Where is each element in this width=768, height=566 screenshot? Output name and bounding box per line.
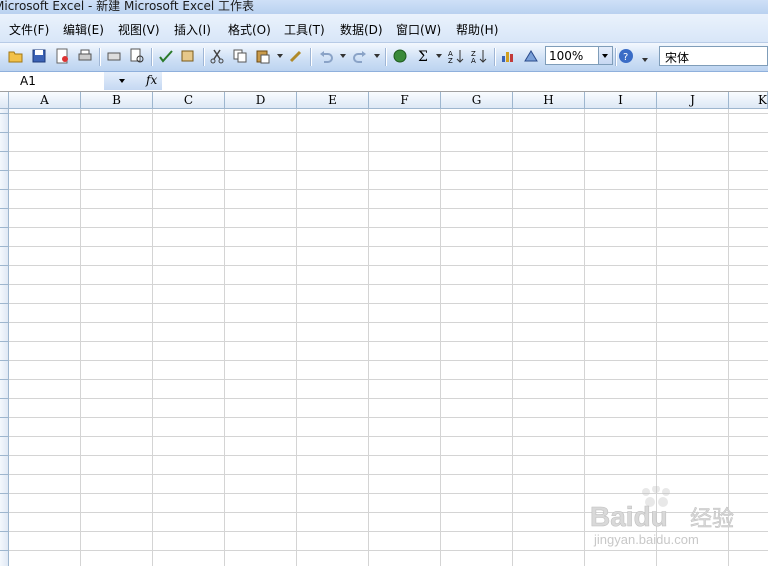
watermark-sub2: jingyan.baidu.com — [593, 532, 699, 547]
spelling-icon[interactable] — [158, 48, 174, 64]
watermark-sub1: 经验 — [690, 507, 734, 532]
redo-icon[interactable] — [352, 48, 368, 64]
formula-bar: A1 fx — [0, 72, 768, 92]
zoom-dropdown-button[interactable] — [598, 47, 612, 64]
svg-text:Σ: Σ — [418, 49, 428, 64]
watermark-brand: Baidu — [590, 501, 668, 532]
undo-dropdown[interactable] — [340, 54, 346, 58]
autosum-icon[interactable]: Σ — [416, 48, 432, 64]
menu-file[interactable]: 文件(F) — [9, 21, 49, 38]
print-icon[interactable] — [77, 48, 93, 64]
standard-toolbar: Σ AZ ZA ? — [0, 43, 768, 72]
column-header-i[interactable]: I — [585, 92, 657, 109]
svg-text:?: ? — [623, 52, 628, 63]
toolbar-separator — [494, 48, 496, 66]
insert-function-button[interactable]: fx — [140, 72, 162, 90]
column-header-g[interactable]: G — [441, 92, 513, 109]
toolbar-separator — [99, 48, 101, 66]
name-box-dropdown[interactable] — [104, 72, 140, 90]
drawing-icon[interactable] — [523, 48, 539, 64]
research-icon[interactable] — [180, 48, 196, 64]
chevron-down-icon — [119, 79, 125, 83]
menu-tools[interactable]: 工具(T) — [284, 21, 325, 38]
menu-format[interactable]: 格式(O) — [228, 21, 271, 38]
name-box-value: A1 — [20, 74, 36, 88]
column-header-b[interactable]: B — [81, 92, 153, 109]
column-header-h[interactable]: H — [513, 92, 585, 109]
fx-icon: fx — [146, 73, 158, 87]
autosum-dropdown[interactable] — [436, 54, 442, 58]
window-title: Microsoft Excel - 新建 Microsoft Excel 工作表 — [0, 0, 255, 13]
svg-text:A: A — [471, 57, 476, 64]
menu-window[interactable]: 窗口(W) — [396, 21, 441, 38]
menu-edit[interactable]: 编辑(E) — [63, 21, 104, 38]
undo-icon[interactable] — [318, 48, 334, 64]
menu-bar: 文件(F) 编辑(E) 视图(V) 插入(I) 格式(O) 工具(T) 数据(D… — [0, 14, 768, 43]
zoom-combo[interactable]: 100% — [545, 46, 613, 65]
column-header-a[interactable]: A — [9, 92, 81, 109]
baidu-jingyan-watermark: Baidu 经验 jingyan.baidu.com — [590, 486, 734, 547]
toolbar-separator — [203, 48, 205, 66]
hyperlink-icon[interactable] — [392, 48, 408, 64]
font-name-combo[interactable]: 宋体 — [659, 46, 768, 66]
column-header-j[interactable]: J — [657, 92, 729, 109]
paste-dropdown[interactable] — [277, 54, 283, 58]
select-all-corner[interactable] — [0, 92, 9, 109]
toolbar-separator — [385, 48, 387, 66]
toolbar-separator — [151, 48, 153, 66]
paste-icon[interactable] — [255, 48, 271, 64]
copy-icon[interactable] — [232, 48, 248, 64]
cut-icon[interactable] — [209, 48, 225, 64]
format-painter-icon[interactable] — [288, 48, 304, 64]
print-preview-page-icon[interactable] — [129, 48, 145, 64]
chart-wizard-icon[interactable] — [500, 48, 516, 64]
column-header-k[interactable]: K — [729, 92, 768, 109]
column-header-e[interactable]: E — [297, 92, 369, 109]
help-icon[interactable]: ? — [618, 48, 634, 64]
title-bar: Microsoft Excel - 新建 Microsoft Excel 工作表 — [0, 0, 768, 14]
column-header-c[interactable]: C — [153, 92, 225, 109]
column-header-f[interactable]: F — [369, 92, 441, 109]
font-name-value: 宋体 — [665, 51, 690, 65]
toolbar-options-dropdown[interactable] — [642, 58, 648, 62]
menu-insert[interactable]: 插入(I) — [174, 21, 211, 38]
menu-data[interactable]: 数据(D) — [340, 21, 383, 38]
column-header-d[interactable]: D — [225, 92, 297, 109]
name-box[interactable]: A1 — [0, 72, 105, 90]
permission-icon[interactable] — [54, 48, 70, 64]
sort-ascending-icon[interactable]: AZ — [448, 48, 464, 64]
open-icon[interactable] — [8, 48, 24, 64]
menu-help[interactable]: 帮助(H) — [456, 21, 498, 38]
toolbar-separator — [310, 48, 312, 66]
zoom-value: 100% — [549, 49, 584, 63]
svg-text:Z: Z — [448, 57, 453, 64]
redo-dropdown[interactable] — [374, 54, 380, 58]
menu-view[interactable]: 视图(V) — [118, 21, 160, 38]
row-header-lines — [0, 109, 9, 566]
print-preview-icon[interactable] — [106, 48, 122, 64]
toolbar-separator — [615, 48, 617, 66]
save-icon[interactable] — [31, 48, 47, 64]
chevron-down-icon — [602, 54, 608, 58]
formula-input[interactable] — [163, 72, 768, 90]
sort-descending-icon[interactable]: ZA — [471, 48, 487, 64]
